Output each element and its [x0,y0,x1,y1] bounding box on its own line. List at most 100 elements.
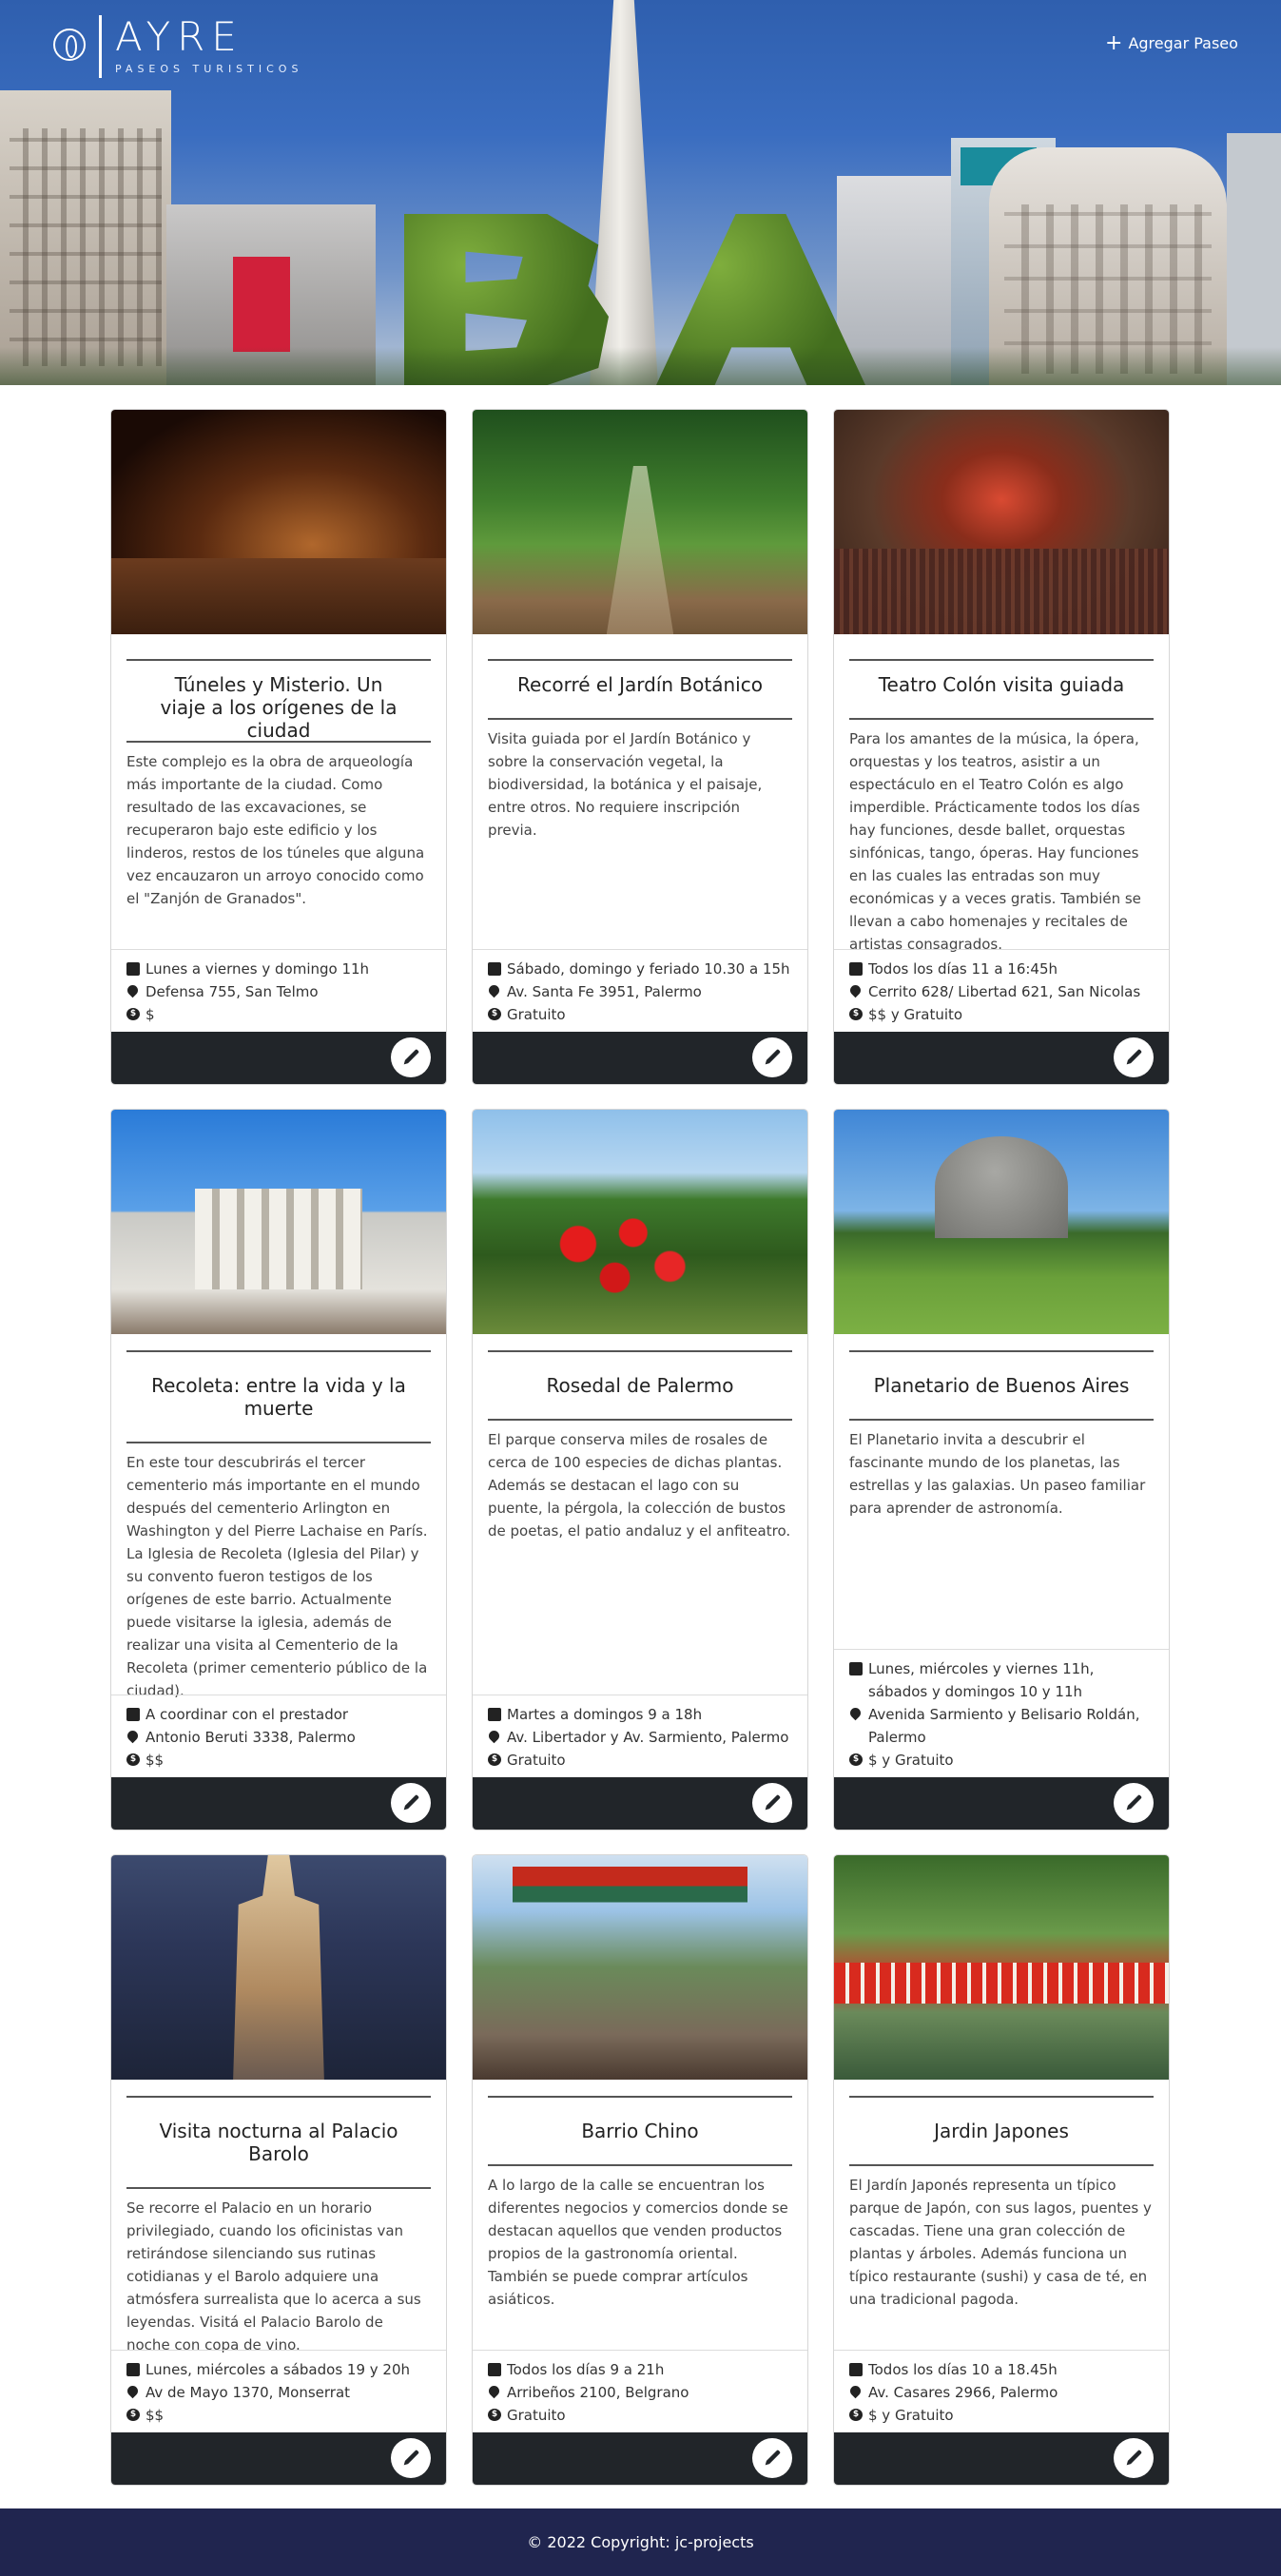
tour-description: A lo largo de la calle se encuentran los… [488,2177,788,2308]
pencil-icon [765,2450,781,2466]
divider [849,1350,1154,1352]
tour-title: Túneles y Misterio. Un viaje a los oríge… [160,673,398,742]
tour-description: El Planetario invita a descubrir el fasc… [849,1431,1146,1517]
card-footer [111,2432,446,2485]
tour-info: A coordinar con el prestador Antonio Ber… [111,1695,446,1772]
tour-price: $$ [146,2407,165,2424]
divider [488,718,792,720]
tour-card: Barrio Chino A lo largo de la calle se e… [472,1854,808,2486]
pencil-icon [765,1794,781,1811]
tour-image [834,1855,1169,2080]
pencil-icon [403,1049,419,1065]
tour-schedule: Lunes, miércoles y viernes 11h, sábados … [868,1660,1095,1700]
pencil-icon [403,1794,419,1811]
divider [488,2096,792,2098]
map-pin-icon [486,2383,502,2399]
tour-card: Teatro Colón visita guiada Para los aman… [833,409,1170,1085]
tour-card: Rosedal de Palermo El parque conserva mi… [472,1109,808,1830]
tour-title: Recoleta: entre la vida y la muerte [151,1374,406,1420]
calendar-icon [126,962,140,976]
card-footer [473,2432,807,2485]
tour-image [834,410,1169,634]
tour-image [473,410,807,634]
tour-description: Para los amantes de la música, la ópera,… [849,730,1141,953]
tour-schedule: A coordinar con el prestador [146,1706,349,1723]
tour-address: Av de Mayo 1370, Monserrat [146,2384,351,2401]
calendar-icon [126,2363,140,2376]
edit-button[interactable] [1114,1037,1154,1077]
tour-description: El parque conserva miles de rosales de c… [488,1431,791,1540]
pencil-icon [1126,1794,1142,1811]
logo-divider [99,15,102,78]
calendar-icon [849,1662,863,1675]
price-icon: $ [126,1753,140,1766]
price-icon: $ [849,1753,863,1766]
price-icon: $ [488,1008,501,1020]
card-footer [473,1032,807,1084]
map-pin-icon [125,2383,141,2399]
tour-price: Gratuito [507,1006,566,1023]
tour-description: El Jardín Japonés representa un típico p… [849,2177,1152,2308]
map-pin-icon [486,1728,502,1744]
tour-price: $ y Gratuito [868,1752,954,1769]
price-icon: $ [126,1008,140,1020]
edit-button[interactable] [752,1037,792,1077]
tour-address: Defensa 755, San Telmo [146,983,319,1000]
tour-info: Sábado, domingo y feriado 10.30 a 15h Av… [473,949,807,1026]
divider [488,1350,792,1352]
tour-image [473,1110,807,1334]
calendar-icon [126,1708,140,1721]
tour-schedule: Sábado, domingo y feriado 10.30 a 15h [507,960,790,978]
tour-title: Rosedal de Palermo [546,1374,734,1397]
divider [126,2096,431,2098]
hero-building [0,90,171,385]
tour-price: Gratuito [507,2407,566,2424]
edit-button[interactable] [1114,2438,1154,2478]
divider [849,1419,1154,1421]
tour-address: Av. Libertador y Av. Sarmiento, Palermo [507,1729,789,1746]
tour-info: Todos los días 11 a 16:45h Cerrito 628/ … [834,949,1169,1026]
pencil-icon [1126,2450,1142,2466]
edit-button[interactable] [391,2438,431,2478]
edit-button[interactable] [1114,1783,1154,1823]
pencil-icon [765,1049,781,1065]
tour-title: Planetario de Buenos Aires [873,1374,1130,1397]
divider [126,1442,431,1443]
map-pin-icon [847,2383,864,2399]
compass-icon [53,29,86,61]
tour-title: Barrio Chino [581,2120,699,2142]
map-pin-icon [847,982,864,998]
tour-description: Se recorre el Palacio en un horario priv… [126,2199,421,2353]
tour-title: Visita nocturna al Palacio Barolo [159,2120,398,2165]
map-pin-icon [125,1728,141,1744]
edit-button[interactable] [391,1783,431,1823]
tour-price: $$ [146,1752,165,1769]
price-icon: $ [488,2409,501,2421]
copyright-text: © 2022 Copyright: jc-projects [527,2533,754,2551]
tour-card: Jardin Japones El Jardín Japonés represe… [833,1854,1170,2486]
add-tour-button[interactable]: + Agregar Paseo [1105,30,1238,55]
divider [849,2164,1154,2166]
plus-icon: + [1105,30,1123,55]
tour-image [111,1855,446,2080]
tour-price: $$ y Gratuito [868,1006,963,1023]
edit-button[interactable] [752,1783,792,1823]
tour-schedule: Todos los días 11 a 16:45h [868,960,1058,978]
edit-button[interactable] [391,1037,431,1077]
logo-name: AYRE [115,13,243,60]
tour-title: Recorré el Jardín Botánico [517,673,763,696]
card-footer [834,1032,1169,1084]
tour-price: $ [146,1006,155,1023]
card-footer [834,2432,1169,2485]
edit-button[interactable] [752,2438,792,2478]
tour-schedule: Lunes, miércoles a sábados 19 y 20h [146,2361,410,2378]
tour-description: Visita guiada por el Jardín Botánico y s… [488,730,763,839]
map-pin-icon [486,982,502,998]
tour-info: Lunes, miércoles a sábados 19 y 20h Av d… [111,2350,446,2427]
logo[interactable]: AYRE PASEOS TURISTICOS [53,15,302,78]
price-icon: $ [126,2409,140,2421]
map-pin-icon [125,982,141,998]
tour-address: Avenida Sarmiento y Belisario Roldán, Pa… [868,1706,1140,1746]
hero-banner: AYRE PASEOS TURISTICOS + Agregar Paseo [0,0,1281,385]
tour-schedule: Todos los días 9 a 21h [507,2361,665,2378]
